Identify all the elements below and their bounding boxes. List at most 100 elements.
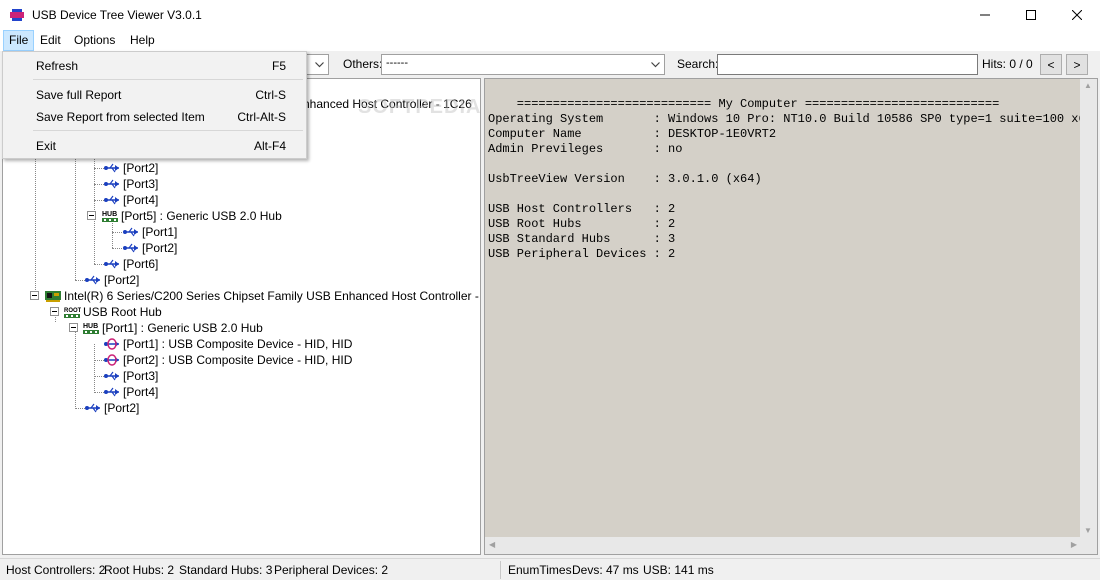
title-bar: USB Device Tree Viewer V3.0.1 xyxy=(0,0,1100,30)
menu-help[interactable]: Help xyxy=(125,30,160,51)
tree-connector xyxy=(112,232,122,233)
tree-connector xyxy=(112,248,122,249)
svg-text:HUB: HUB xyxy=(83,323,98,330)
status-divider xyxy=(500,561,501,579)
status-enum-times: EnumTimes xyxy=(508,563,572,577)
tree-item-port[interactable]: [Port6] xyxy=(103,256,158,272)
prev-hit-button[interactable]: < xyxy=(1040,54,1062,75)
tree-item-label: [Port4] xyxy=(123,385,159,399)
tree-item-label: [Port5] : Generic USB 2.0 Hub xyxy=(121,209,282,223)
tree-item-label: [Port1] : Generic USB 2.0 Hub xyxy=(102,321,263,335)
scroll-right-icon[interactable]: ▶ xyxy=(1071,540,1077,549)
status-bar: Host Controllers: 2 Root Hubs: 2 Standar… xyxy=(0,558,1100,580)
tree-item-label: [Port3] xyxy=(123,369,159,383)
menu-options[interactable]: Options xyxy=(69,30,120,51)
tree-item-port[interactable]: [Port2] xyxy=(84,400,139,416)
tree-item-label: [Port2] xyxy=(123,161,159,175)
vertical-scrollbar[interactable]: ▲ ▼ xyxy=(1080,79,1097,537)
tree-item-label: [Port3] xyxy=(123,177,159,191)
status-standard-hubs: Standard Hubs: 3 xyxy=(179,563,273,577)
menu-item-label: Exit xyxy=(36,139,57,153)
minimize-icon xyxy=(980,14,990,16)
next-hit-button[interactable]: > xyxy=(1066,54,1088,75)
usb-device-icon xyxy=(104,354,119,366)
status-root-hubs: Root Hubs: 2 xyxy=(104,563,175,577)
tree-item-port[interactable]: [Port2] xyxy=(122,240,177,256)
tree-collapse-toggle[interactable] xyxy=(30,291,39,300)
others-value: ------ xyxy=(386,57,408,69)
hub-icon: HUB xyxy=(102,211,118,222)
tree-item-port[interactable]: [Port2] xyxy=(84,272,139,288)
tree-item-controller-2[interactable]: Intel(R) 6 Series/C200 Series Chipset Fa… xyxy=(44,288,480,304)
chevron-down-icon xyxy=(311,55,328,74)
view-select[interactable] xyxy=(306,54,329,75)
close-icon xyxy=(1072,10,1082,20)
scroll-down-icon[interactable]: ▼ xyxy=(1084,526,1092,535)
close-button[interactable] xyxy=(1054,0,1100,30)
menu-item-shortcut: Ctrl-S xyxy=(255,88,286,102)
tree-item-label: USB Root Hub xyxy=(83,305,162,319)
tree-collapse-toggle[interactable] xyxy=(87,211,96,220)
root-hub-icon: ROOT xyxy=(64,308,81,318)
status-host-controllers: Host Controllers: 2 xyxy=(6,563,106,577)
tree-item-port[interactable]: [Port3] xyxy=(103,368,158,384)
watermark: SOFTPEDIA xyxy=(358,96,482,118)
info-panel[interactable]: =========================== My Computer … xyxy=(484,78,1098,555)
minimize-button[interactable] xyxy=(962,0,1008,30)
usb-port-icon xyxy=(104,371,119,381)
menu-separator xyxy=(33,79,303,80)
usb-port-icon xyxy=(104,195,119,205)
hits-counter: Hits: 0 / 0 xyxy=(982,57,1033,71)
chevron-right-icon: > xyxy=(1073,57,1081,72)
maximize-icon xyxy=(1026,10,1036,20)
menu-separator xyxy=(33,130,303,131)
info-text: =========================== My Computer … xyxy=(488,97,1093,261)
tree-collapse-toggle[interactable] xyxy=(69,323,78,332)
scroll-up-icon[interactable]: ▲ xyxy=(1084,81,1092,90)
tree-item-port[interactable]: [Port4] xyxy=(103,192,158,208)
menu-file[interactable]: File xyxy=(3,30,35,51)
menu-item-label: Save full Report xyxy=(36,88,122,102)
tree-item-port[interactable]: [Port2] xyxy=(103,160,158,176)
menu-item-label: Refresh xyxy=(36,59,79,73)
tree-item-hub[interactable]: HUB [Port1] : Generic USB 2.0 Hub xyxy=(82,320,263,336)
tree-item-port[interactable]: [Port3] xyxy=(103,176,158,192)
menu-item-label: Save Report from selected Item xyxy=(36,110,205,124)
svg-text:ROOT: ROOT xyxy=(64,308,81,314)
usb-port-icon xyxy=(104,179,119,189)
search-label: Search: xyxy=(677,57,719,71)
usb-port-icon xyxy=(123,243,138,253)
menu-item-save-selected-report[interactable]: Save Report from selected Item Ctrl-Alt-… xyxy=(3,105,306,127)
others-select[interactable]: ------ xyxy=(381,54,665,75)
usb-port-icon xyxy=(104,387,119,397)
menu-item-save-full-report[interactable]: Save full Report Ctrl-S xyxy=(3,83,306,105)
usb-port-icon xyxy=(104,163,119,173)
tree-item-root-hub[interactable]: ROOT USB Root Hub xyxy=(63,304,162,320)
menu-item-exit[interactable]: Exit Alt-F4 xyxy=(3,134,306,156)
horizontal-scrollbar[interactable]: ◀ ▶ xyxy=(485,537,1081,554)
tree-item-label: [Port1] xyxy=(142,225,178,239)
maximize-button[interactable] xyxy=(1008,0,1054,30)
scroll-left-icon[interactable]: ◀ xyxy=(489,540,495,549)
chevron-left-icon: < xyxy=(1047,57,1055,72)
tree-connector xyxy=(112,223,113,248)
menu-item-refresh[interactable]: Refresh F5 xyxy=(3,54,306,76)
file-menu-dropdown: Refresh F5 Save full Report Ctrl-S Save … xyxy=(2,51,307,159)
tree-collapse-toggle[interactable] xyxy=(50,307,59,316)
tree-item-port[interactable]: [Port4] xyxy=(103,384,158,400)
tree-item-device[interactable]: [Port2] : USB Composite Device - HID, HI… xyxy=(103,352,352,368)
tree-item-label: [Port2] xyxy=(104,273,140,287)
others-label: Others: xyxy=(343,57,383,71)
tree-item-device[interactable]: [Port1] : USB Composite Device - HID, HI… xyxy=(103,336,352,352)
tree-item-port[interactable]: [Port1] xyxy=(122,224,177,240)
menu-item-shortcut: Alt-F4 xyxy=(253,139,286,153)
status-peripheral-devices: Peripheral Devices: 2 xyxy=(274,563,389,577)
pci-controller-icon xyxy=(45,291,61,302)
menu-item-shortcut: Ctrl-Alt-S xyxy=(237,110,286,124)
svg-text:HUB: HUB xyxy=(102,211,117,218)
status-usb-time: USB: 141 ms xyxy=(643,563,714,577)
menu-edit[interactable]: Edit xyxy=(35,30,66,51)
tree-item-label: [Port6] xyxy=(123,257,159,271)
search-input[interactable] xyxy=(717,54,978,75)
tree-item-hub[interactable]: HUB [Port5] : Generic USB 2.0 Hub xyxy=(101,208,282,224)
